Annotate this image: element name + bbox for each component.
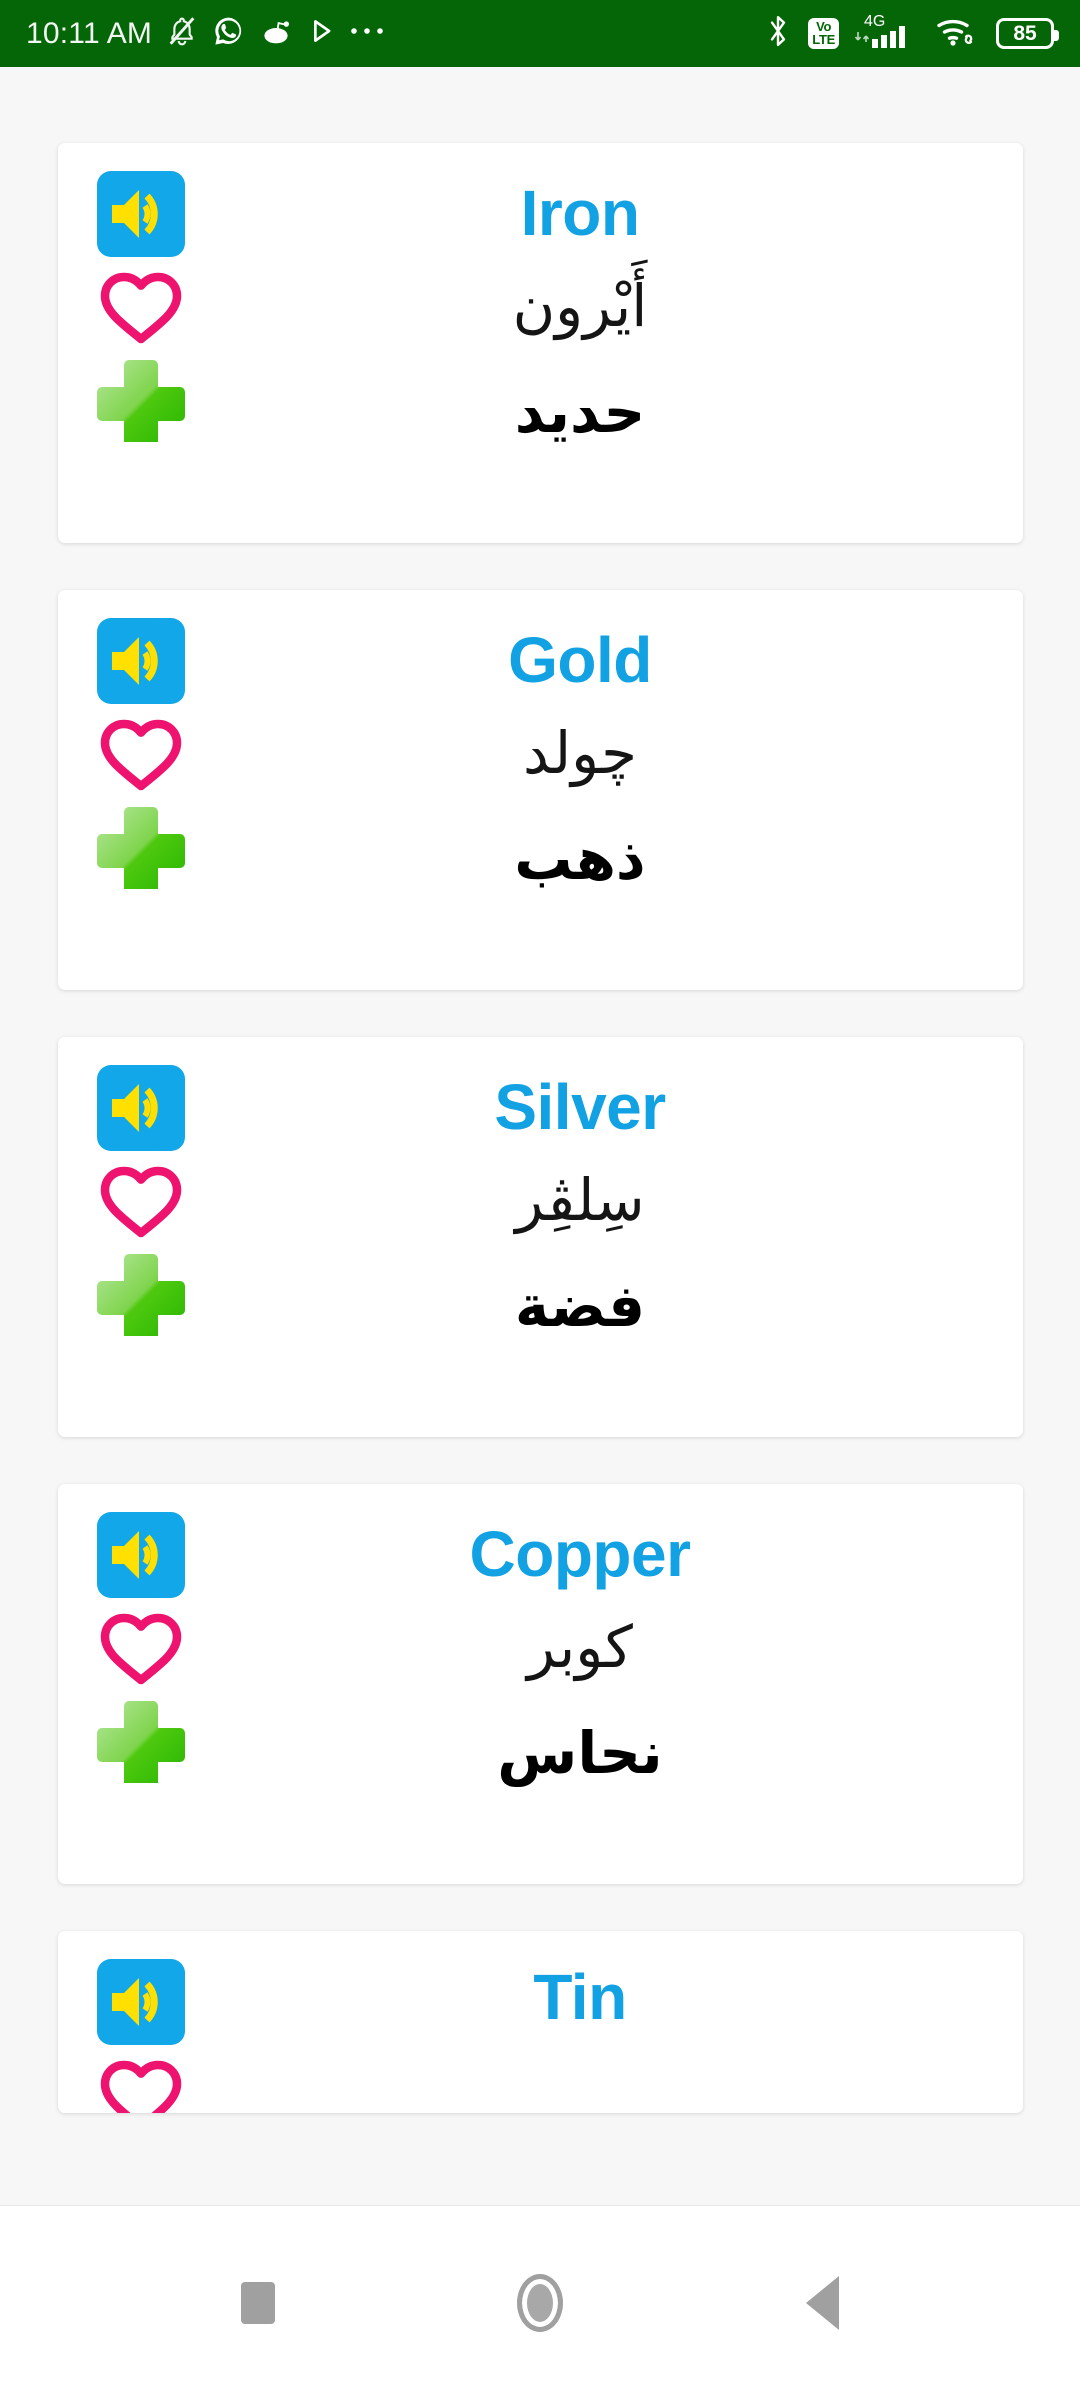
list-item[interactable]: Iron أَيْرون حديد	[57, 143, 1023, 543]
speaker-icon[interactable]	[96, 618, 185, 704]
card-text-column: Copper كوبر نحاس	[208, 1484, 953, 1833]
english-word: Gold	[508, 624, 652, 696]
bell-muted-icon	[165, 14, 199, 53]
plus-icon[interactable]	[93, 799, 189, 891]
card-action-column	[86, 171, 196, 444]
status-bar-right: Vo LTE 4G 85	[763, 10, 1059, 57]
back-icon[interactable]	[805, 2276, 839, 2330]
word-list-scroll-area[interactable]: Iron أَيْرون حديد Gold چولد ذهب Silver س…	[0, 67, 1080, 2205]
status-bar: 10:11 AM Vo LTE 4G 85	[0, 0, 1080, 67]
whatsapp-icon	[212, 14, 246, 53]
more-dots-icon	[349, 24, 385, 43]
battery-icon: 85	[996, 18, 1059, 49]
speaker-icon[interactable]	[96, 1512, 185, 1598]
heart-icon[interactable]	[95, 2054, 187, 2113]
english-word: Tin	[533, 1961, 627, 2033]
transliteration-word: أَيْرون	[512, 272, 648, 340]
plus-icon[interactable]	[93, 1246, 189, 1338]
speaker-icon[interactable]	[96, 171, 185, 257]
heart-icon[interactable]	[95, 713, 187, 795]
english-word: Copper	[469, 1518, 692, 1590]
card-text-column: Silver سِلڤِر فضة	[208, 1037, 953, 1386]
status-bar-left: 10:11 AM	[26, 14, 385, 53]
card-action-column	[86, 1065, 196, 1338]
arabic-word: حديد	[514, 378, 646, 447]
card-action-column	[86, 1512, 196, 1785]
status-bar-clock: 10:11 AM	[26, 16, 153, 50]
volte-label-bottom: LTE	[812, 31, 835, 47]
heart-icon[interactable]	[95, 266, 187, 348]
english-word: Iron	[520, 177, 640, 249]
heart-icon[interactable]	[95, 1607, 187, 1689]
plus-icon[interactable]	[93, 1693, 189, 1785]
transliteration-word: چولد	[523, 719, 637, 787]
signal-4g-icon: 4G	[854, 10, 920, 57]
heart-icon[interactable]	[95, 1160, 187, 1242]
arabic-word: ذهب	[514, 825, 646, 894]
speaker-icon[interactable]	[96, 1065, 185, 1151]
signal-4g-label: 4G	[864, 13, 885, 30]
list-item[interactable]: Copper كوبر نحاس	[57, 1484, 1023, 1884]
english-word: Silver	[494, 1071, 666, 1143]
arabic-word: نحاس	[497, 1719, 663, 1788]
list-item[interactable]: Gold چولد ذهب	[57, 590, 1023, 990]
list-item[interactable]: Silver سِلڤِر فضة	[57, 1037, 1023, 1437]
volte-icon: Vo LTE	[808, 18, 839, 49]
card-action-column	[86, 618, 196, 891]
wifi-icon	[935, 13, 981, 54]
transliteration-word: كوبر	[527, 1613, 633, 1681]
card-text-column: Tin	[208, 1931, 953, 2069]
bluetooth-icon	[763, 13, 793, 54]
arabic-word: فضة	[514, 1272, 646, 1341]
play-icon	[306, 16, 336, 51]
speaker-icon[interactable]	[96, 1959, 185, 2045]
card-text-column: Iron أَيْرون حديد	[208, 143, 953, 492]
battery-level-label: 85	[1013, 22, 1037, 45]
android-navigation-bar	[0, 2205, 1080, 2400]
card-action-column	[86, 1959, 196, 2113]
reddit-icon	[259, 14, 293, 53]
card-text-column: Gold چولد ذهب	[208, 590, 953, 939]
transliteration-word: سِلڤِر	[515, 1166, 645, 1234]
recents-icon[interactable]	[241, 2282, 276, 2324]
list-item[interactable]: Tin	[57, 1931, 1023, 2113]
home-icon[interactable]	[517, 2274, 564, 2332]
plus-icon[interactable]	[93, 352, 189, 444]
